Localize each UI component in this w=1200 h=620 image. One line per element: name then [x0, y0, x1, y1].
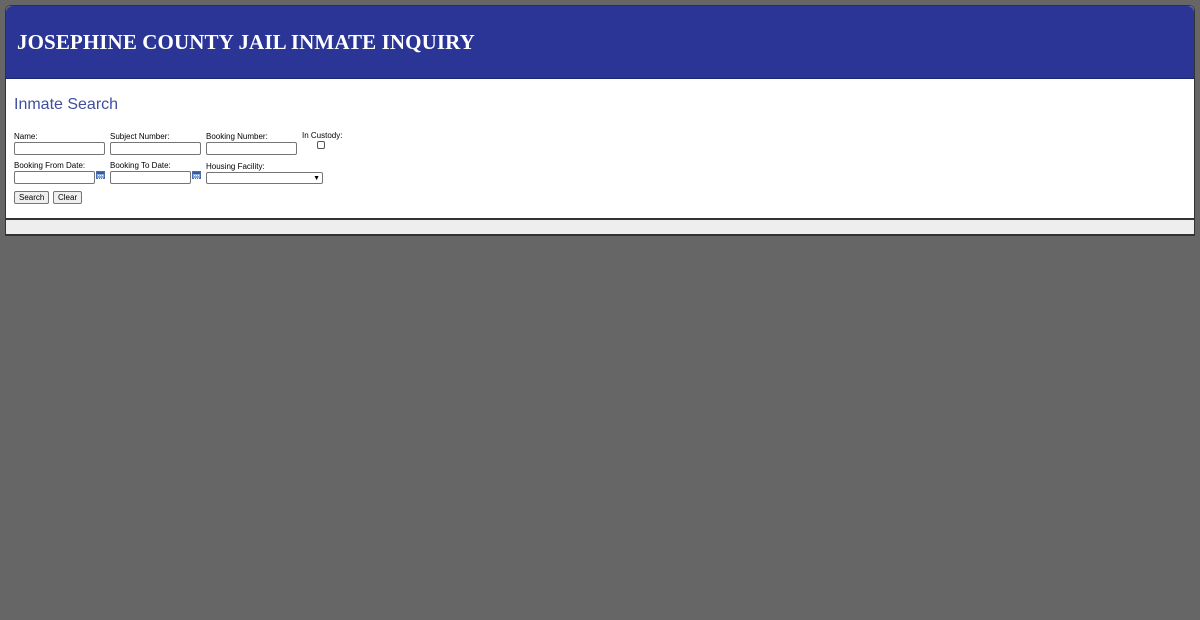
booking-to-date-field-group: Booking To Date:: [110, 161, 201, 184]
in-custody-label: In Custody:: [302, 131, 343, 140]
booking-from-date-input[interactable]: [14, 171, 95, 184]
search-button[interactable]: Search: [14, 191, 50, 204]
housing-facility-label: Housing Facility:: [206, 162, 265, 171]
clear-button[interactable]: Clear: [53, 191, 83, 204]
in-custody-checkbox[interactable]: [317, 141, 325, 149]
app-frame: JOSEPHINE COUNTY JAIL INMATE INQUIRY Inm…: [5, 5, 1195, 236]
section-title: Inmate Search: [14, 96, 119, 113]
booking-from-date-wrap: [14, 170, 105, 184]
booking-from-date-field-group: Booking From Date:: [14, 161, 105, 184]
booking-to-date-input[interactable]: [110, 171, 191, 184]
booking-to-date-wrap: [110, 170, 201, 184]
housing-facility-select[interactable]: ▼: [206, 172, 323, 184]
page-title: JOSEPHINE COUNTY JAIL INMATE INQUIRY: [17, 30, 475, 54]
subject-number-input[interactable]: [110, 142, 201, 155]
housing-facility-field-group: Housing Facility: ▼: [206, 162, 323, 184]
subject-number-label: Subject Number:: [110, 132, 170, 141]
booking-number-input[interactable]: [206, 142, 297, 155]
search-panel: Inmate Search Name: Subject Number: Book…: [6, 79, 1194, 220]
subject-number-field-group: Subject Number:: [110, 132, 201, 155]
page-footer: [6, 220, 1194, 235]
page-header: JOSEPHINE COUNTY JAIL INMATE INQUIRY: [6, 6, 1194, 79]
calendar-icon[interactable]: [192, 170, 201, 179]
in-custody-field-group: In Custody:: [302, 131, 342, 149]
chevron-down-icon: ▼: [313, 175, 320, 182]
name-input[interactable]: [14, 142, 105, 155]
booking-to-date-label: Booking To Date:: [110, 161, 171, 170]
booking-number-label: Booking Number:: [206, 132, 268, 141]
booking-from-date-label: Booking From Date:: [14, 161, 86, 170]
calendar-icon[interactable]: [96, 170, 105, 179]
name-field-group: Name:: [14, 132, 105, 155]
name-label: Name:: [14, 132, 38, 141]
booking-number-field-group: Booking Number:: [206, 132, 297, 155]
